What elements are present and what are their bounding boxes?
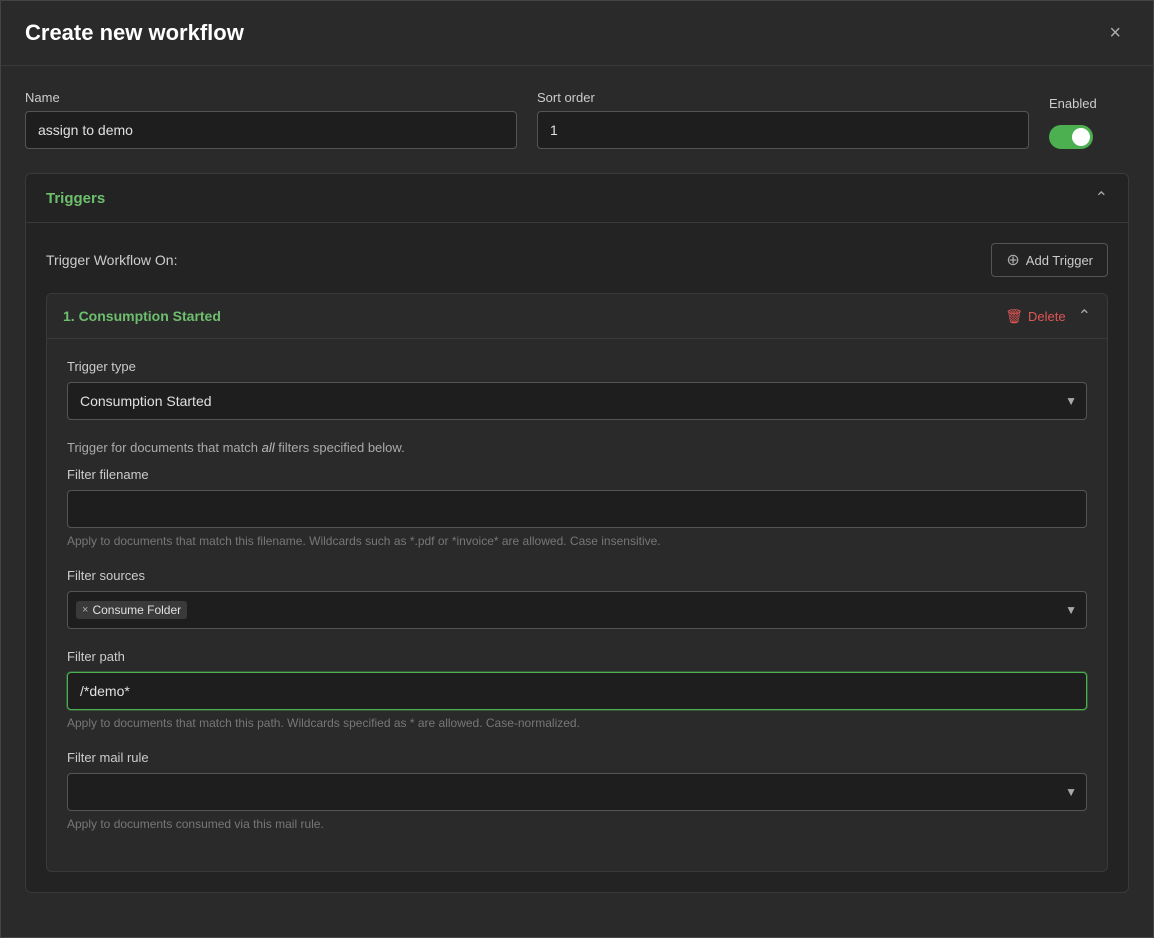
trigger-chevron-up-icon: ⌃ (1078, 306, 1091, 326)
filter-sources-select-wrapper: × Consume Folder ▼ (67, 591, 1087, 629)
triggers-chevron-icon: ⌃ (1095, 188, 1108, 208)
modal-header: Create new workflow × (1, 1, 1153, 66)
filter-mail-rule-select-wrapper: ▼ (67, 773, 1087, 811)
trigger-item: 1. Consumption Started 🗑 Delete ⌃ (46, 293, 1108, 872)
name-group: Name (25, 90, 517, 149)
filter-mail-rule-hint: Apply to documents consumed via this mai… (67, 817, 1087, 831)
trigger-item-actions: 🗑 Delete ⌃ (1005, 306, 1091, 326)
create-workflow-modal: Create new workflow × Name Sort order En… (0, 0, 1154, 938)
delete-label: Delete (1028, 309, 1066, 324)
remove-consume-folder-button[interactable]: × (82, 605, 88, 616)
filter-filename-hint: Apply to documents that match this filen… (67, 534, 1087, 548)
consume-folder-tag: × Consume Folder (76, 601, 187, 619)
add-trigger-label: Add Trigger (1026, 253, 1093, 268)
modal-title: Create new workflow (25, 20, 244, 46)
filter-filename-input[interactable] (67, 490, 1087, 528)
filter-mail-rule-select[interactable] (67, 773, 1087, 811)
sort-order-input[interactable] (537, 111, 1029, 149)
filter-filename-group: Filter filename Apply to documents that … (67, 467, 1087, 548)
match-hint: Trigger for documents that match all fil… (67, 440, 1087, 455)
trigger-workflow-label: Trigger Workflow On: (46, 252, 177, 268)
close-button[interactable]: × (1101, 19, 1129, 47)
triggers-section-body: Trigger Workflow On: ⊕ Add Trigger 1. Co… (26, 222, 1128, 892)
triggers-section-title: Triggers (46, 190, 105, 207)
filter-mail-rule-group: Filter mail rule ▼ Apply to documents co… (67, 750, 1087, 831)
trigger-item-body: Trigger type Consumption Started Documen… (47, 338, 1107, 871)
filter-sources-group: Filter sources × Consume Folder ▼ (67, 568, 1087, 629)
trash-icon: 🗑 (1005, 308, 1023, 325)
trigger-type-select[interactable]: Consumption Started Document Added Docum… (67, 382, 1087, 420)
name-label: Name (25, 90, 517, 105)
trigger-workflow-row: Trigger Workflow On: ⊕ Add Trigger (46, 243, 1108, 277)
trigger-type-label: Trigger type (67, 359, 1087, 374)
enabled-label: Enabled (1049, 96, 1129, 111)
trigger-item-header: 1. Consumption Started 🗑 Delete ⌃ (47, 294, 1107, 338)
trigger-type-select-wrapper: Consumption Started Document Added Docum… (67, 382, 1087, 420)
filter-path-group: Filter path Apply to documents that matc… (67, 649, 1087, 730)
modal-body: Name Sort order Enabled Triggers ⌃ (1, 66, 1153, 937)
filter-path-input[interactable] (67, 672, 1087, 710)
sort-order-label: Sort order (537, 90, 1029, 105)
triggers-section-header[interactable]: Triggers ⌃ (26, 174, 1128, 222)
filter-path-hint: Apply to documents that match this path.… (67, 716, 1087, 730)
enabled-group: Enabled (1049, 96, 1129, 149)
trigger-type-group: Trigger type Consumption Started Documen… (67, 359, 1087, 420)
enabled-toggle[interactable] (1049, 125, 1093, 149)
plus-icon: ⊕ (1006, 250, 1019, 270)
name-input[interactable] (25, 111, 517, 149)
delete-trigger-button[interactable]: 🗑 Delete (1005, 308, 1065, 325)
trigger-item-title: 1. Consumption Started (63, 308, 221, 324)
top-form-row: Name Sort order Enabled (25, 90, 1129, 149)
filter-sources-label: Filter sources (67, 568, 1087, 583)
sort-order-group: Sort order (537, 90, 1029, 149)
consume-folder-tag-label: Consume Folder (92, 603, 181, 617)
triggers-section: Triggers ⌃ Trigger Workflow On: ⊕ Add Tr… (25, 173, 1129, 893)
filter-sources-multiselect[interactable]: × Consume Folder (67, 591, 1087, 629)
filter-mail-rule-label: Filter mail rule (67, 750, 1087, 765)
add-trigger-button[interactable]: ⊕ Add Trigger (991, 243, 1108, 277)
filter-path-label: Filter path (67, 649, 1087, 664)
toggle-slider (1049, 125, 1093, 149)
filter-filename-label: Filter filename (67, 467, 1087, 482)
